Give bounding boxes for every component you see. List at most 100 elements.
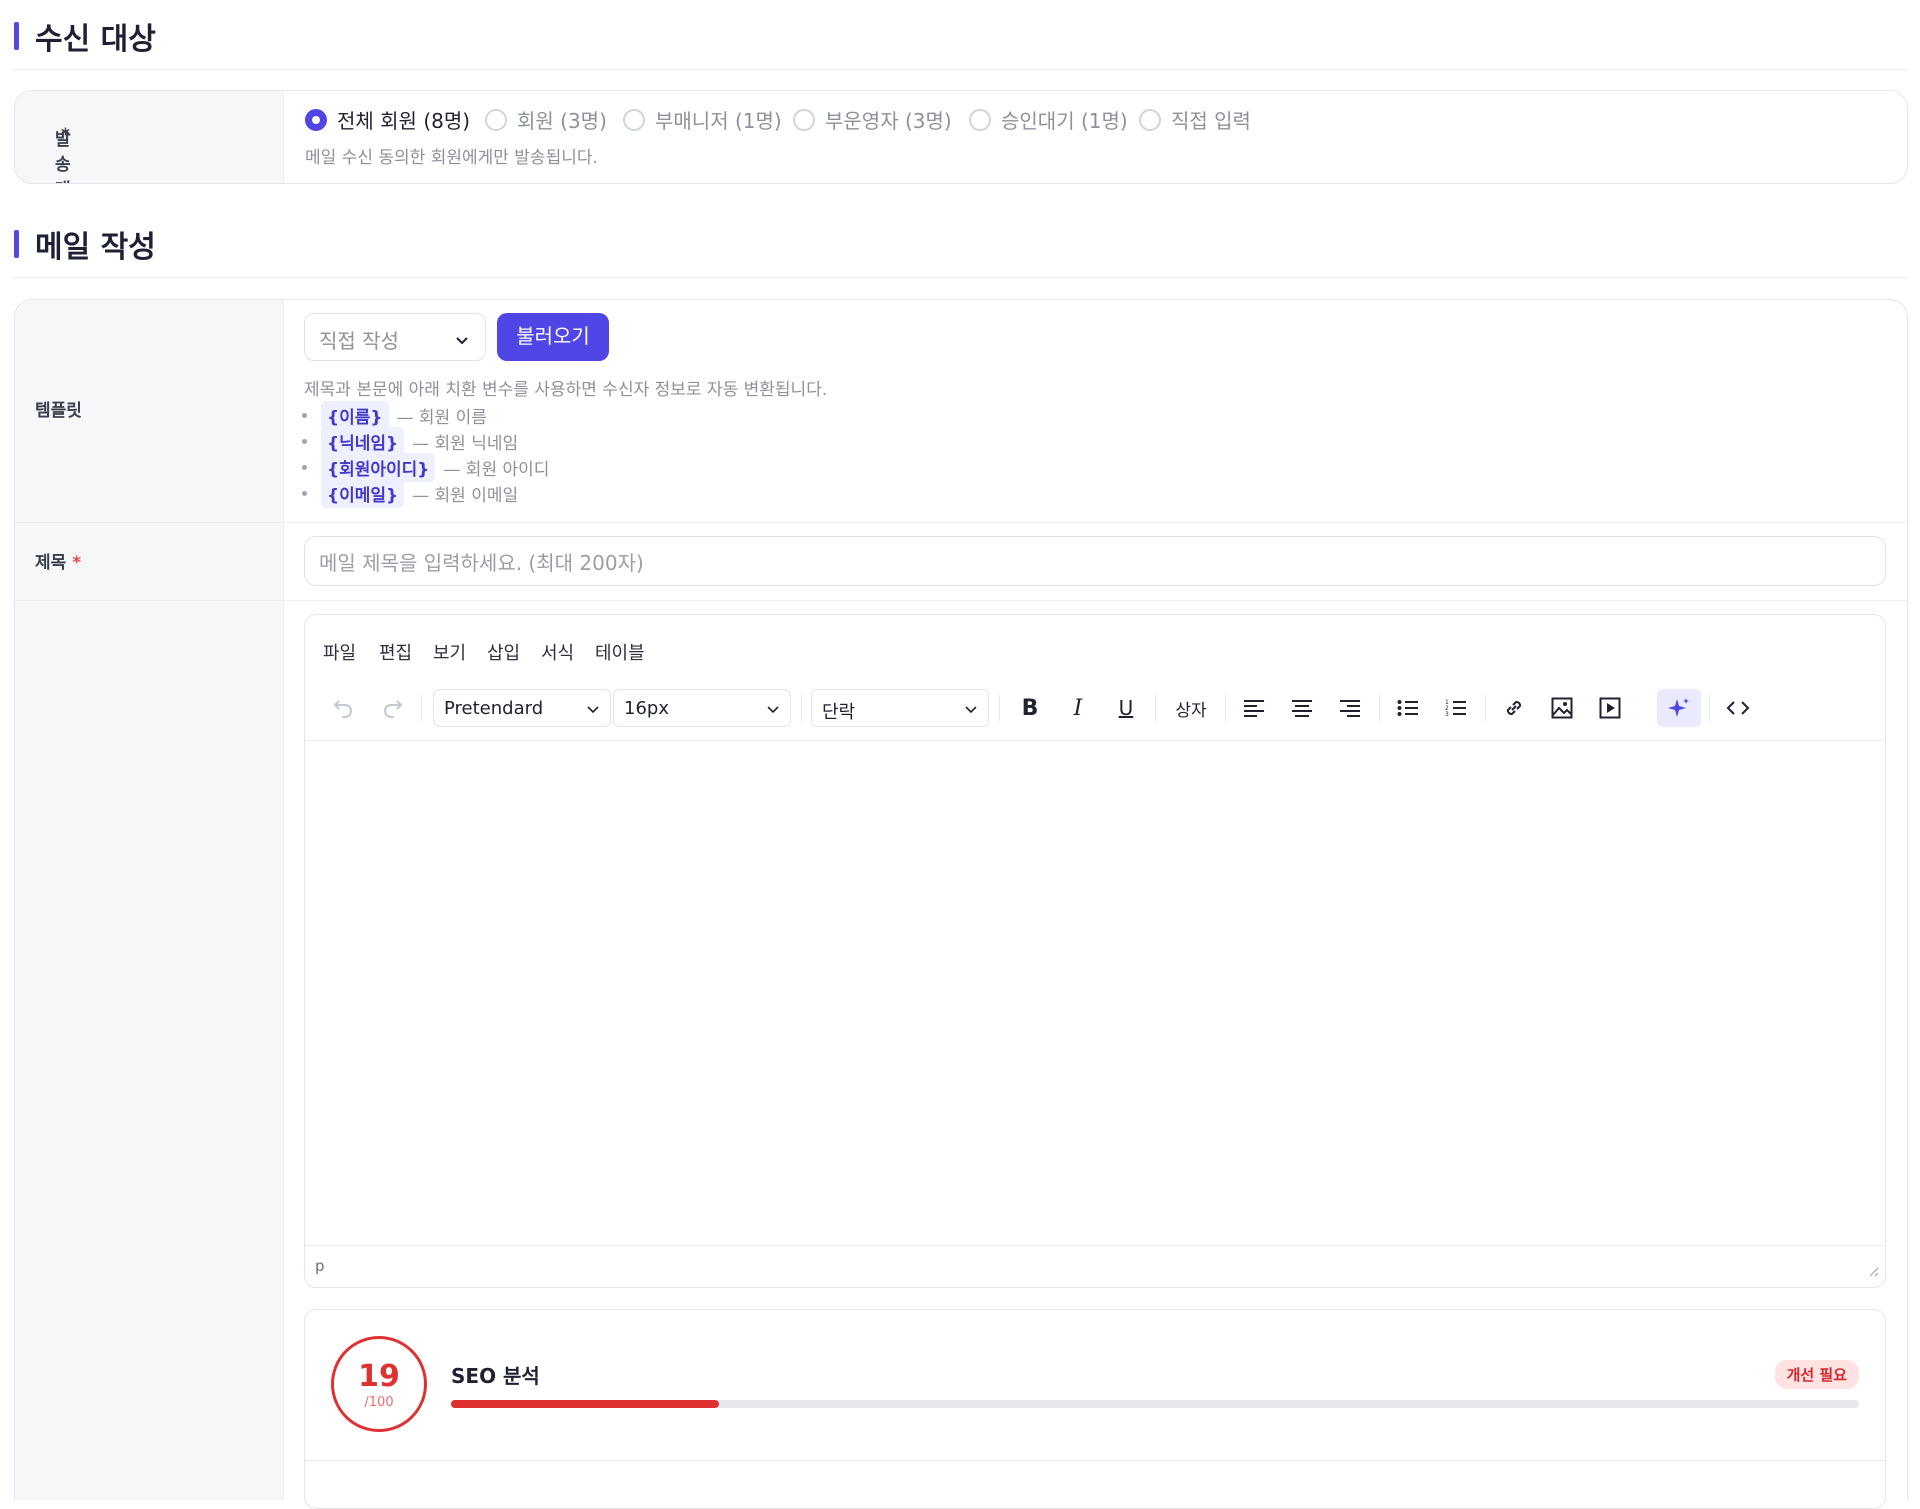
seo-score: 19 [358,1359,400,1394]
menu-edit[interactable]: 편집 [379,639,412,665]
template-select[interactable]: 직접 작성 [304,313,486,361]
recipients-label-cell: 발송 대상* [15,91,284,183]
font-size-select[interactable]: 16px [613,689,791,727]
bullet-list-icon[interactable] [1389,689,1427,727]
align-center-icon[interactable] [1283,689,1321,727]
radio-circle[interactable] [623,108,645,131]
chevron-down-icon [766,700,780,721]
toolbar-separator [421,695,422,721]
menu-insert[interactable]: 삽입 [487,639,520,665]
toolbar-separator [1155,695,1156,721]
variable-token: {회원아이디} [321,453,436,482]
font-family-select[interactable]: Pretendard [433,689,611,727]
chevron-down-icon [455,331,469,350]
radio-label: 회원 (3명) [517,109,607,133]
radio-label: 부매니저 (1명) [655,109,782,133]
radio-pending[interactable]: 승인대기 (1명) [969,105,1128,134]
section-title-recipients: 수신 대상 [14,14,156,58]
menu-file[interactable]: 파일 [323,639,356,665]
seo-title: SEO 분석 [451,1364,540,1388]
box-button[interactable]: 상자 [1165,689,1217,727]
bullet [302,413,307,418]
subject-label: 제목 [35,553,67,573]
section-title-text: 수신 대상 [35,22,156,57]
align-left-icon[interactable] [1235,689,1273,727]
template-select-value: 직접 작성 [319,329,399,353]
seo-progress-track [451,1400,1859,1408]
image-icon[interactable] [1543,689,1581,727]
variable-desc: — 회원 이메일 [412,486,519,506]
variable-item: {닉네임} — 회원 닉네임 [302,427,518,456]
rich-text-editor: 파일 편집 보기 삽입 서식 테이블 Pretendard 16px 단락 B … [304,614,1886,1288]
link-icon[interactable] [1495,689,1533,727]
recipients-card: 발송 대상* 전체 회원 (8명) 회원 (3명) 부매니저 (1명) 부운영자… [14,90,1908,184]
seo-progress-fill [451,1400,719,1408]
radio-suboperator[interactable]: 부운영자 (3명) [793,105,952,134]
toolbar-separator [1379,695,1380,721]
radio-all-members[interactable]: 전체 회원 (8명) [305,105,470,134]
variable-token: {이름} [321,401,389,430]
undo-icon[interactable] [325,689,361,727]
divider [14,69,1906,70]
subject-input[interactable]: 메일 제목을 입력하세요. (최대 200자) [304,536,1886,586]
variable-item: {이름} — 회원 이름 [302,401,487,430]
radio-circle[interactable] [793,108,815,131]
seo-score-ring: 19 /100 [331,1336,427,1432]
load-template-button[interactable]: 불러오기 [497,313,609,361]
variable-desc: — 회원 이름 [396,408,487,428]
radio-submanager[interactable]: 부매니저 (1명) [623,105,782,134]
menu-view[interactable]: 보기 [433,639,466,665]
bullet [302,465,307,470]
toolbar-separator [1225,695,1226,721]
element-path[interactable]: p [315,1257,325,1275]
bullet [302,491,307,496]
toolbar-separator [1485,695,1486,721]
italic-icon[interactable]: I [1059,689,1097,727]
underline-icon[interactable]: U [1107,689,1145,727]
variable-desc: — 회원 닉네임 [412,434,519,454]
variable-desc: — 회원 아이디 [443,460,550,480]
compose-label-column [15,300,284,1500]
media-icon[interactable] [1591,689,1629,727]
divider [14,277,1906,278]
resize-handle-icon[interactable] [1867,1262,1879,1281]
chevron-down-icon [964,700,978,721]
menu-format[interactable]: 서식 [541,639,574,665]
ai-sparkle-icon[interactable] [1657,689,1701,727]
font-family-value: Pretendard [444,698,544,719]
template-help-text: 제목과 본문에 아래 치환 변수를 사용하면 수신자 정보로 자동 변환됩니다. [304,380,828,400]
variable-item: {회원아이디} — 회원 아이디 [302,453,549,482]
row-divider [15,600,1907,601]
source-code-icon[interactable] [1719,689,1757,727]
menu-table[interactable]: 테이블 [595,639,645,665]
toolbar-separator [801,695,802,721]
chevron-down-icon [586,700,600,721]
radio-members[interactable]: 회원 (3명) [485,105,607,134]
radio-circle[interactable] [1139,108,1161,131]
radio-circle[interactable] [969,108,991,131]
numbered-list-icon[interactable]: 123 [1437,689,1475,727]
align-right-icon[interactable] [1331,689,1369,727]
radio-direct-input[interactable]: 직접 입력 [1139,105,1251,134]
editor-content-area[interactable] [305,741,1885,1245]
bullet [302,439,307,444]
variable-item: {이메일} — 회원 이메일 [302,479,518,508]
radio-label: 부운영자 (3명) [825,109,952,133]
section-title-text: 메일 작성 [35,230,156,265]
block-format-value: 단락 [822,702,856,723]
recipients-hint: 메일 수신 동의한 회원에게만 발송됩니다. [305,148,598,168]
block-format-select[interactable]: 단락 [811,689,989,727]
template-label: 템플릿 [35,401,82,421]
toolbar-separator [999,695,1000,721]
seo-status-badge: 개선 필요 [1774,1360,1859,1389]
section-accent-bar [14,230,19,258]
required-mark: * [72,553,82,573]
section-title-compose: 메일 작성 [14,222,156,266]
subject-placeholder: 메일 제목을 입력하세요. (최대 200자) [319,550,644,575]
radio-circle[interactable] [485,108,507,131]
radio-circle[interactable] [305,108,327,131]
bold-icon[interactable]: B [1011,689,1049,727]
variable-token: {닉네임} [321,427,405,456]
required-mark: * [61,125,70,145]
redo-icon[interactable] [375,689,411,727]
